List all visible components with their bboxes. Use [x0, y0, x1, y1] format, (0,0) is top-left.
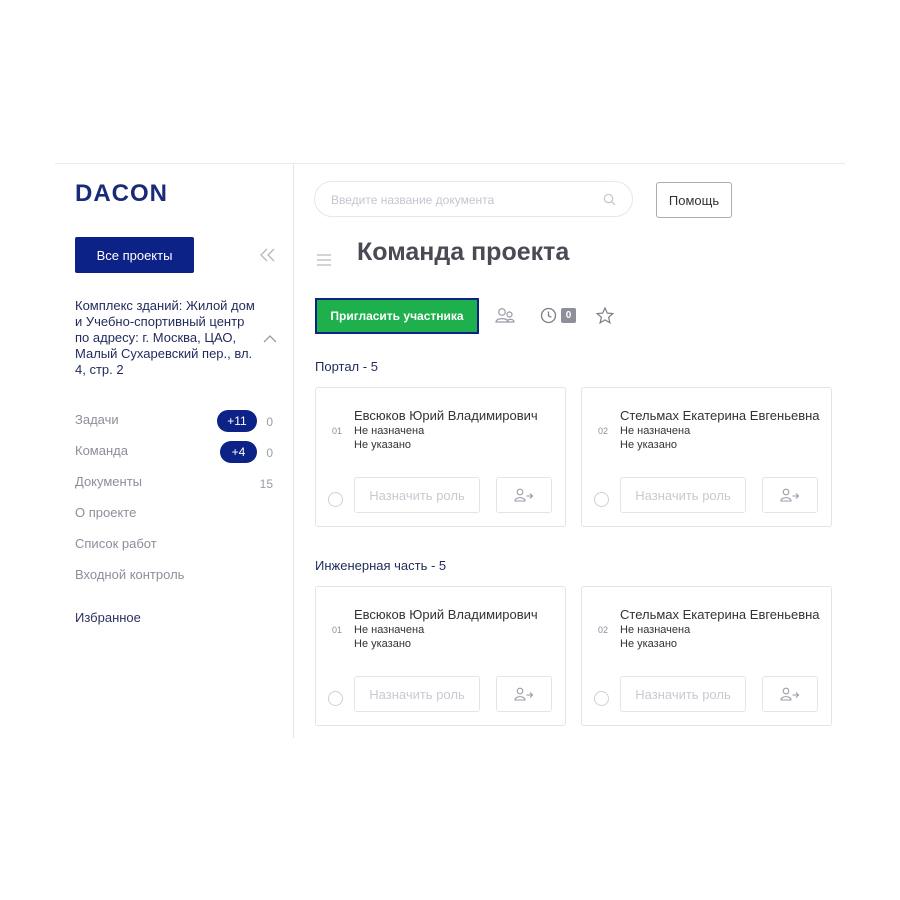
sidebar-item-documents[interactable]: Документы 15	[75, 472, 285, 503]
history-count-badge: 0	[561, 308, 576, 323]
sidebar-item-incoming-control[interactable]: Входной контроль	[75, 565, 285, 596]
member-number: 01	[332, 625, 343, 635]
help-button[interactable]: Помощь	[656, 182, 732, 218]
member-name: Евсюков Юрий Владимирович	[354, 408, 538, 423]
member-details: Не указано	[620, 638, 678, 650]
invite-member-button[interactable]: Пригласить участника	[315, 298, 479, 334]
member-info: Евсюков Юрий Владимирович Не назначена Н…	[354, 408, 554, 452]
search-box	[314, 181, 633, 218]
member-role: Не назначена	[354, 425, 425, 437]
sidebar-item-label: Входной контроль	[75, 567, 185, 582]
sidebar-item-label: О проекте	[75, 505, 137, 520]
member-details: Не указано	[354, 638, 412, 650]
collapse-sidebar-icon[interactable]	[259, 248, 277, 262]
assign-role-button[interactable]: Назначить роль	[354, 676, 480, 712]
member-info: Евсюков Юрий Владимирович Не назначена Н…	[354, 607, 554, 651]
search-icon[interactable]	[603, 193, 616, 206]
member-role: Не назначена	[354, 624, 425, 636]
new-count-badge: +4	[220, 441, 257, 463]
member-role: Не назначена	[620, 624, 691, 636]
user-arrow-icon	[780, 488, 800, 502]
project-name: Комплекс зданий: Жилой дом и Учебно-спор…	[75, 298, 255, 377]
clock-icon[interactable]	[540, 307, 557, 324]
member-name: Евсюков Юрий Владимирович	[354, 607, 538, 622]
user-arrow-icon	[514, 687, 534, 701]
member-info: Стельмах Екатерина Евгеньевна Не назначе…	[620, 408, 820, 452]
page-title: Команда проекта	[357, 238, 570, 266]
member-details: Не указано	[620, 439, 678, 451]
assign-user-button[interactable]	[496, 477, 552, 513]
users-icon[interactable]	[495, 307, 515, 324]
member-card: 01 Евсюков Юрий Владимирович Не назначен…	[315, 387, 566, 527]
sidebar-nav: Задачи +11 0 Команда +4 0 Документы 15 О…	[75, 410, 285, 596]
select-radio[interactable]	[594, 691, 609, 706]
member-number: 02	[598, 625, 609, 635]
assign-user-button[interactable]	[762, 477, 818, 513]
section-title: Портал - 5	[315, 359, 378, 374]
item-count: 0	[266, 415, 273, 429]
all-projects-button[interactable]: Все проекты	[75, 237, 194, 273]
sidebar-item-work-list[interactable]: Список работ	[75, 534, 285, 565]
select-radio[interactable]	[328, 691, 343, 706]
member-number: 01	[332, 426, 343, 436]
assign-user-button[interactable]	[496, 676, 552, 712]
search-input[interactable]	[329, 182, 593, 218]
sidebar-item-label: Задачи	[75, 412, 119, 427]
assign-role-button[interactable]: Назначить роль	[354, 477, 480, 513]
sidebar-item-favorites[interactable]: Избранное	[75, 610, 141, 625]
member-number: 02	[598, 426, 609, 436]
sidebar-item-about[interactable]: О проекте	[75, 503, 285, 534]
sidebar-item-team[interactable]: Команда +4 0	[75, 441, 285, 472]
app-frame: DACON Все проекты Комплекс зданий: Жилой…	[55, 163, 845, 739]
sidebar-item-tasks[interactable]: Задачи +11 0	[75, 410, 285, 441]
main-content: Помощь Команда проекта Пригласить участн…	[294, 164, 845, 738]
member-card: 02 Стельмах Екатерина Евгеньевна Не назн…	[581, 387, 832, 527]
member-name: Стельмах Екатерина Евгеньевна	[620, 408, 820, 423]
star-icon[interactable]	[596, 307, 614, 324]
menu-icon[interactable]	[316, 253, 332, 267]
assign-user-button[interactable]	[762, 676, 818, 712]
new-count-badge: +11	[217, 410, 257, 432]
member-card: 01 Евсюков Юрий Владимирович Не назначен…	[315, 586, 566, 726]
user-arrow-icon	[780, 687, 800, 701]
sidebar-item-label: Документы	[75, 474, 143, 489]
assign-role-button[interactable]: Назначить роль	[620, 676, 746, 712]
section-title: Инженерная часть - 5	[315, 558, 447, 573]
item-count: 15	[259, 477, 273, 491]
member-details: Не указано	[354, 439, 412, 451]
select-radio[interactable]	[328, 492, 343, 507]
sidebar-item-label: Список работ	[75, 536, 157, 551]
item-count: 0	[266, 446, 273, 460]
select-radio[interactable]	[594, 492, 609, 507]
chevron-up-icon[interactable]	[263, 334, 277, 344]
member-info: Стельмах Екатерина Евгеньевна Не назначе…	[620, 607, 820, 651]
member-name: Стельмах Екатерина Евгеньевна	[620, 607, 820, 622]
logo: DACON	[75, 180, 168, 207]
sidebar: DACON Все проекты Комплекс зданий: Жилой…	[55, 164, 294, 738]
assign-role-button[interactable]: Назначить роль	[620, 477, 746, 513]
sidebar-item-label: Команда	[75, 443, 128, 458]
user-arrow-icon	[514, 488, 534, 502]
member-card: 02 Стельмах Екатерина Евгеньевна Не назн…	[581, 586, 832, 726]
member-role: Не назначена	[620, 425, 691, 437]
